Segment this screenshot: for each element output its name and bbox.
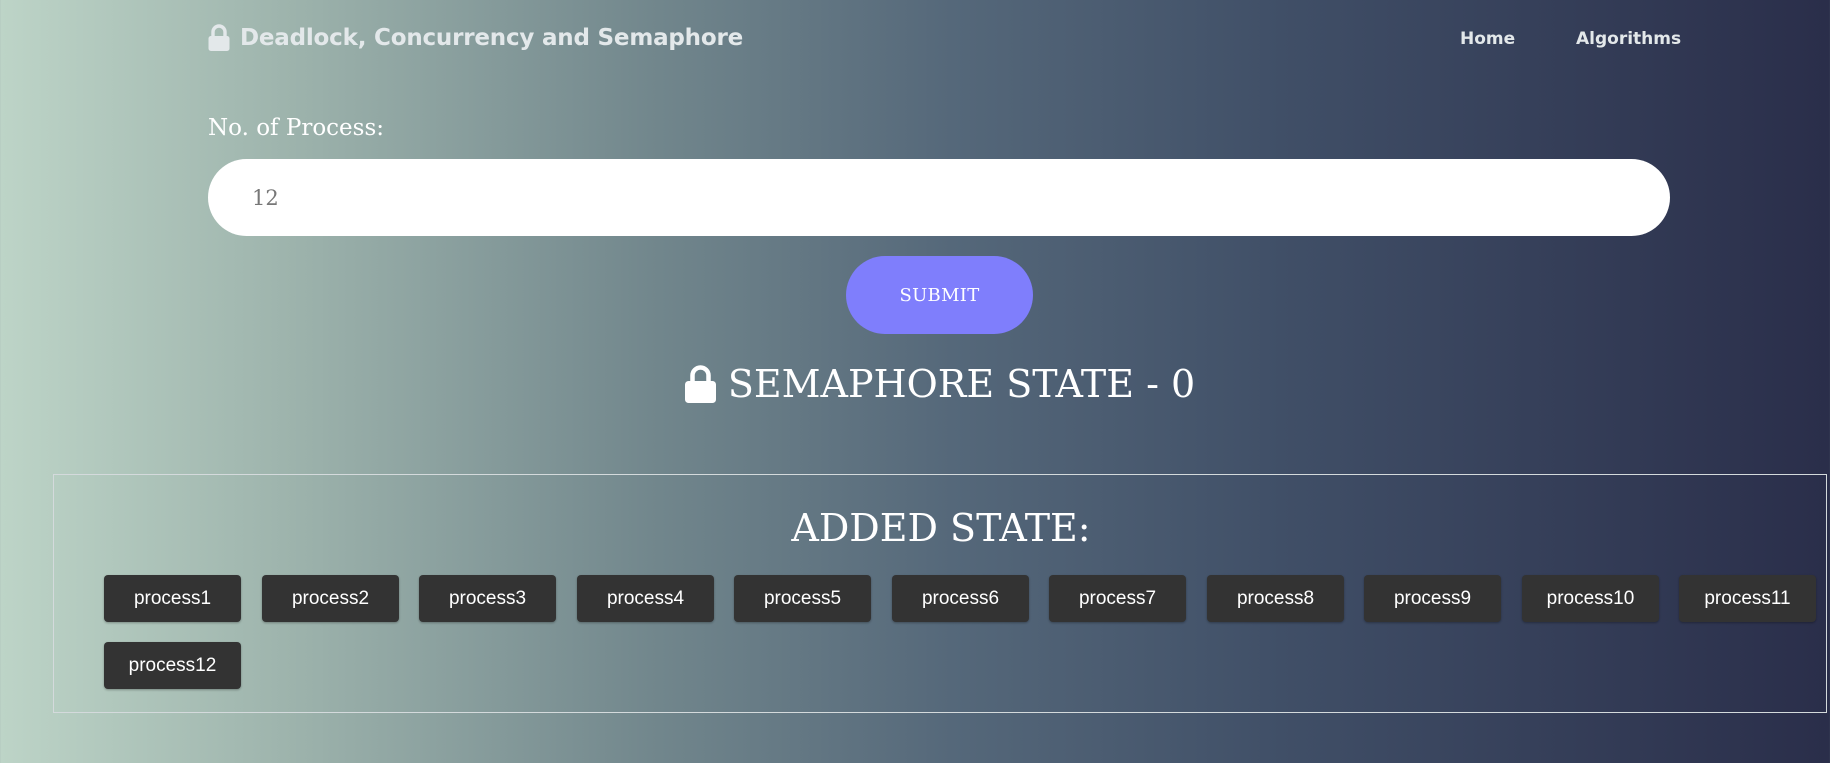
brand-title: Deadlock, Concurrency and Semaphore [240, 25, 743, 51]
process-button[interactable]: process8 [1207, 575, 1344, 622]
process-button[interactable]: process5 [734, 575, 871, 622]
lock-icon [207, 24, 231, 52]
lock-icon [684, 364, 717, 404]
added-state-title: ADDED STATE: [791, 506, 1091, 550]
process-button[interactable]: process6 [892, 575, 1029, 622]
semaphore-state-text: SEMAPHORE STATE - 0 [727, 362, 1196, 406]
process-button[interactable]: process2 [262, 575, 399, 622]
process-button[interactable]: process12 [104, 642, 241, 689]
process-button[interactable]: process7 [1049, 575, 1186, 622]
semaphore-state: SEMAPHORE STATE - 0 [0, 362, 1830, 406]
process-button[interactable]: process11 [1679, 575, 1816, 622]
process-button[interactable]: process9 [1364, 575, 1501, 622]
nav-link-home[interactable]: Home [1460, 29, 1515, 49]
process-count-label: No. of Process: [208, 115, 385, 141]
process-button[interactable]: process3 [419, 575, 556, 622]
process-button[interactable]: process1 [104, 575, 241, 622]
process-button[interactable]: process4 [577, 575, 714, 622]
submit-button[interactable]: SUBMIT [846, 256, 1033, 334]
nav-link-algorithms[interactable]: Algorithms [1576, 29, 1681, 49]
added-state-panel: ADDED STATE: process1 process2 process3 pro… [53, 474, 1827, 713]
process-count-input[interactable] [208, 159, 1670, 236]
navbar: Deadlock, Concurrency and Semaphore Home… [0, 0, 1830, 82]
brand[interactable]: Deadlock, Concurrency and Semaphore [207, 24, 743, 52]
process-button[interactable]: process10 [1522, 575, 1659, 622]
